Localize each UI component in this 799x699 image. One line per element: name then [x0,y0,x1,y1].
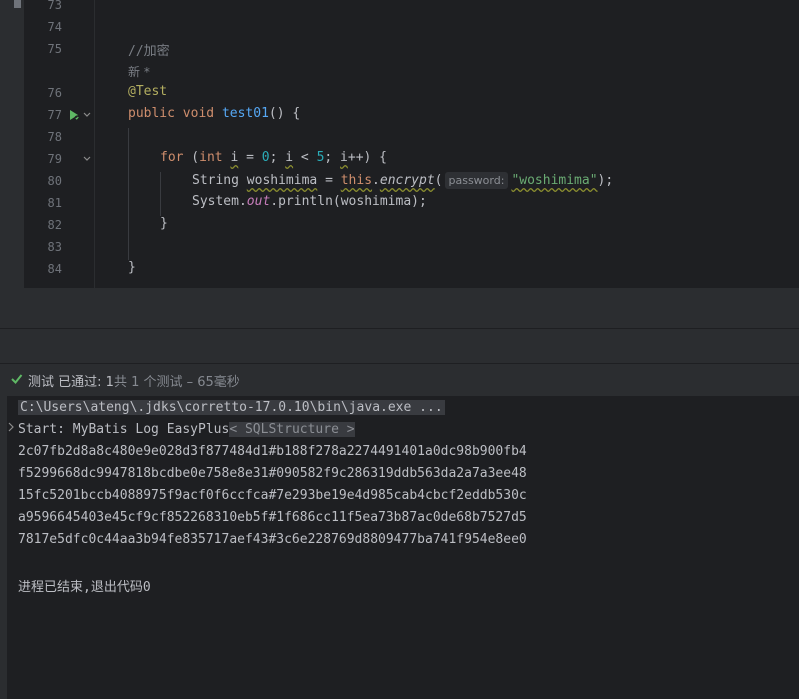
code-text: ; [324,150,341,165]
code-text: ; [269,150,286,165]
code-text: < [293,150,317,165]
console-line: f5299668dc9947818bcdbe0e758e8e31#090582f… [18,466,527,481]
status-passed-count: 1 [105,375,114,390]
console-gutter [0,396,7,699]
test-status-bar: 测试 已通过: 1共 1 个测试 – 65毫秒 [0,363,799,397]
code-variable: i [285,150,294,165]
code-text: ); [597,173,614,188]
indent-guide [128,128,129,260]
console-command[interactable]: C:\Users\ateng\.jdks\corretto-17.0.10\bi… [18,400,445,415]
line-number: 78 [47,130,62,144]
code-keyword: for [160,150,184,165]
line-number: 79 [47,152,62,166]
indent-guide [160,172,161,216]
code-line-79: for (int i = 0; i < 5; i++) { [160,150,387,165]
code-variable: woshimima [246,173,318,188]
code-field: out [246,194,271,209]
code-keyword: void [182,106,215,121]
code-text: System. [192,194,247,209]
test-summary: 测试 已通过: 1共 1 个测试 – 65毫秒 [28,371,240,390]
code-type: String [192,173,247,188]
parameter-hint: password: [444,172,509,189]
code-text: ++) { [347,150,388,165]
line-number: 82 [47,218,62,232]
code-text: = [238,150,262,165]
code-text: = [317,173,341,188]
run-console[interactable]: C:\Users\ateng\.jdks\corretto-17.0.10\bi… [0,396,799,699]
console-line: a9596645403e45cf9cf852268310eb5f#1f686cc… [18,510,527,525]
editor-left-strip [0,0,24,288]
code-line-82: } [160,216,168,231]
code-keyword: public [128,106,175,121]
code-text: . [372,173,380,188]
editor-bottom-strip [0,288,799,328]
scroll-marker [14,0,21,8]
code-variable: i [340,150,348,165]
code-string: "woshimima" [511,173,598,188]
line-number: 76 [47,86,62,100]
code-line-84: } [128,260,136,275]
line-number: 77 [47,108,62,122]
console-start-tag: < SQLStructure > [229,422,355,437]
status-summary: 共 1 个测试 – 65毫秒 [113,375,240,390]
console-line: 15fc5201bccb4088975f9acf0f6ccfca#7e293be… [18,488,527,503]
line-number: 83 [47,240,62,254]
check-icon [10,372,23,389]
method-call: encrypt [379,173,435,188]
line-number: 80 [47,174,62,188]
console-line: 7817e5dfc0c44aa3b94fe835717aef43#3c6e228… [18,532,527,547]
console-line: Start: MyBatis Log EasyPlus< SQLStructur… [18,422,355,437]
code-annotation: @Test [128,84,168,99]
code-text: .println(woshimima); [270,194,427,209]
status-label: 测试 已通过: [28,375,106,390]
code-number: 0 [261,150,270,165]
author-hint[interactable]: 新 * [128,63,150,80]
line-number: 81 [47,196,62,210]
line-number: 74 [47,20,62,34]
method-name: test01 [221,106,269,121]
line-number: 84 [47,262,62,276]
run-toolbar [0,329,799,363]
console-line: C:\Users\ateng\.jdks\corretto-17.0.10\bi… [18,400,445,415]
line-gutter: 73 74 75 76 77 78 79 80 81 82 83 84 [24,0,95,288]
line-number: 73 [47,0,62,12]
run-test-icon[interactable] [68,109,80,124]
code-text: ( [434,173,443,188]
code-comment: //加密 [128,44,170,59]
code-text: ( [183,150,200,165]
console-start-text: Start: MyBatis Log EasyPlus [18,422,230,437]
code-text: () { [268,106,301,121]
code-keyword: int [199,150,223,165]
code-line-80: String woshimima = this.encrypt(password… [192,172,613,189]
line-number: 75 [47,42,62,56]
expand-chevron-icon[interactable] [7,422,15,435]
fold-chevron-icon[interactable] [82,154,92,167]
code-keyword: this [340,173,373,188]
console-line: 2c07fb2d8a8c480e9e028d3f877484d1#b188f27… [18,444,527,459]
code-editor[interactable]: 73 74 75 76 77 78 79 80 81 82 83 84 //加密… [0,0,799,288]
code-line-81: System.out.println(woshimima); [192,194,427,209]
fold-chevron-icon[interactable] [82,110,92,123]
console-exit-line: 进程已结束,退出代码0 [18,580,151,595]
code-line-77: public void test01() { [128,106,300,121]
